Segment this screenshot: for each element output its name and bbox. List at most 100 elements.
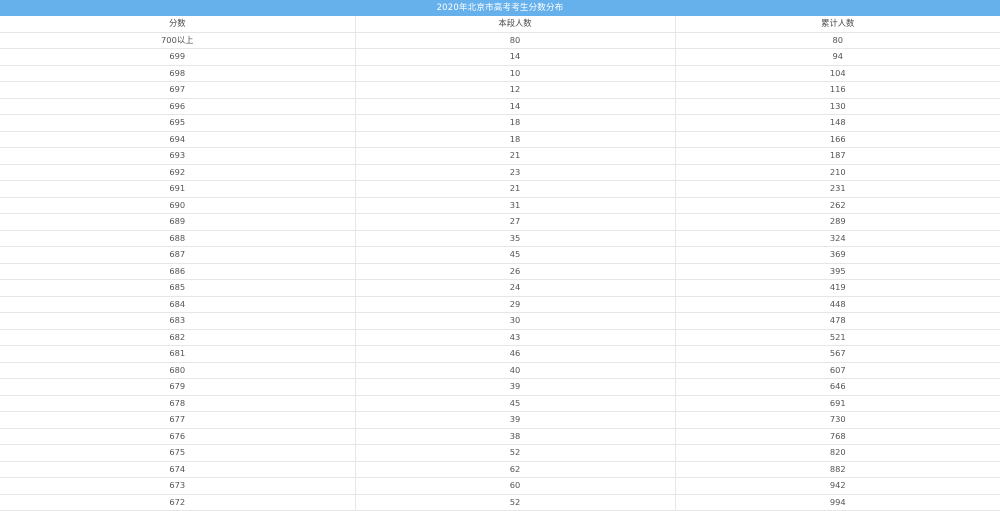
table-row: 674 62 882: [0, 461, 1000, 478]
table-title: 2020年北京市高考考生分数分布: [0, 0, 1000, 16]
score-distribution-panel: 2020年北京市高考考生分数分布 分数 本段人数 累计人数 700以上 80 80 6…: [0, 0, 1000, 511]
table-row: 686 26 395: [0, 263, 1000, 280]
cumulative-count-cell: 730: [675, 411, 1000, 429]
segment-count-cell: 52: [355, 444, 676, 462]
score-cell: 696: [0, 98, 356, 115]
score-cell: 690: [0, 197, 356, 214]
cumulative-count-cell: 994: [675, 494, 1000, 511]
table-row: 700以上 80 80: [0, 32, 1000, 49]
segment-count-cell: 14: [355, 48, 676, 66]
segment-count-cell: 35: [355, 230, 676, 247]
segment-count-cell: 40: [355, 362, 676, 379]
table-row: 699 14 94: [0, 48, 1000, 66]
table-body: 700以上 80 80 699 14 94 698 10 104 697 12 116 696 14 130…: [0, 32, 1000, 511]
score-cell: 674: [0, 461, 356, 478]
score-cell: 699: [0, 48, 356, 66]
segment-count-cell: 26: [355, 263, 676, 280]
segment-count-cell: 18: [355, 131, 676, 148]
score-cell: 678: [0, 395, 356, 412]
cumulative-count-cell: 768: [675, 428, 1000, 445]
score-cell: 697: [0, 81, 356, 99]
score-cell: 700以上: [0, 32, 356, 49]
segment-count-cell: 23: [355, 164, 676, 181]
score-cell: 693: [0, 147, 356, 165]
segment-count-cell: 29: [355, 296, 676, 313]
segment-count-cell: 80: [355, 32, 676, 49]
cumulative-count-cell: 210: [675, 164, 1000, 181]
score-cell: 682: [0, 329, 356, 346]
table-row: 685 24 419: [0, 279, 1000, 297]
score-cell: 694: [0, 131, 356, 148]
table-row: 678 45 691: [0, 395, 1000, 412]
segment-count-cell: 21: [355, 180, 676, 198]
segment-count-cell: 45: [355, 395, 676, 412]
cumulative-count-cell: 148: [675, 114, 1000, 132]
table-row: 696 14 130: [0, 98, 1000, 115]
score-cell: 695: [0, 114, 356, 132]
score-cell: 686: [0, 263, 356, 280]
cumulative-count-cell: 820: [675, 444, 1000, 462]
segment-count-cell: 45: [355, 246, 676, 264]
segment-count-cell: 43: [355, 329, 676, 346]
cumulative-count-cell: 289: [675, 213, 1000, 231]
cumulative-count-cell: 691: [675, 395, 1000, 412]
score-cell: 681: [0, 345, 356, 363]
cumulative-count-cell: 262: [675, 197, 1000, 214]
cumulative-count-cell: 478: [675, 312, 1000, 330]
cumulative-count-cell: 567: [675, 345, 1000, 363]
score-cell: 689: [0, 213, 356, 231]
score-cell: 673: [0, 477, 356, 495]
segment-count-cell: 21: [355, 147, 676, 165]
segment-count-cell: 60: [355, 477, 676, 495]
table-row: 690 31 262: [0, 197, 1000, 214]
segment-count-cell: 10: [355, 65, 676, 82]
cumulative-count-cell: 130: [675, 98, 1000, 115]
score-cell: 683: [0, 312, 356, 330]
segment-count-cell: 27: [355, 213, 676, 231]
cumulative-count-cell: 94: [675, 48, 1000, 66]
cumulative-count-cell: 521: [675, 329, 1000, 346]
segment-count-cell: 18: [355, 114, 676, 132]
score-cell: 680: [0, 362, 356, 379]
table-row: 673 60 942: [0, 477, 1000, 495]
segment-count-cell: 39: [355, 378, 676, 396]
segment-count-cell: 52: [355, 494, 676, 511]
segment-count-cell: 24: [355, 279, 676, 297]
table-row: 698 10 104: [0, 65, 1000, 82]
table-header-row: 分数 本段人数 累计人数: [0, 16, 1000, 33]
score-cell: 685: [0, 279, 356, 297]
cumulative-count-cell: 187: [675, 147, 1000, 165]
table-row: 692 23 210: [0, 164, 1000, 181]
cumulative-count-cell: 104: [675, 65, 1000, 82]
segment-count-cell: 39: [355, 411, 676, 429]
score-cell: 675: [0, 444, 356, 462]
table-row: 675 52 820: [0, 444, 1000, 462]
cumulative-count-cell: 231: [675, 180, 1000, 198]
table-row: 697 12 116: [0, 81, 1000, 99]
cumulative-count-cell: 116: [675, 81, 1000, 99]
table-row: 676 38 768: [0, 428, 1000, 445]
segment-count-cell: 46: [355, 345, 676, 363]
table-row: 679 39 646: [0, 378, 1000, 396]
segment-count-cell: 30: [355, 312, 676, 330]
column-header-cumulative-count: 累计人数: [675, 16, 1000, 33]
score-cell: 691: [0, 180, 356, 198]
table-row: 683 30 478: [0, 312, 1000, 330]
score-cell: 687: [0, 246, 356, 264]
segment-count-cell: 62: [355, 461, 676, 478]
table-row: 689 27 289: [0, 213, 1000, 231]
cumulative-count-cell: 419: [675, 279, 1000, 297]
table-row: 695 18 148: [0, 114, 1000, 132]
cumulative-count-cell: 369: [675, 246, 1000, 264]
cumulative-count-cell: 324: [675, 230, 1000, 247]
table-row: 682 43 521: [0, 329, 1000, 346]
score-cell: 677: [0, 411, 356, 429]
table-row: 684 29 448: [0, 296, 1000, 313]
cumulative-count-cell: 80: [675, 32, 1000, 49]
cumulative-count-cell: 607: [675, 362, 1000, 379]
score-cell: 676: [0, 428, 356, 445]
table-row: 681 46 567: [0, 345, 1000, 363]
segment-count-cell: 31: [355, 197, 676, 214]
table-row: 688 35 324: [0, 230, 1000, 247]
cumulative-count-cell: 448: [675, 296, 1000, 313]
